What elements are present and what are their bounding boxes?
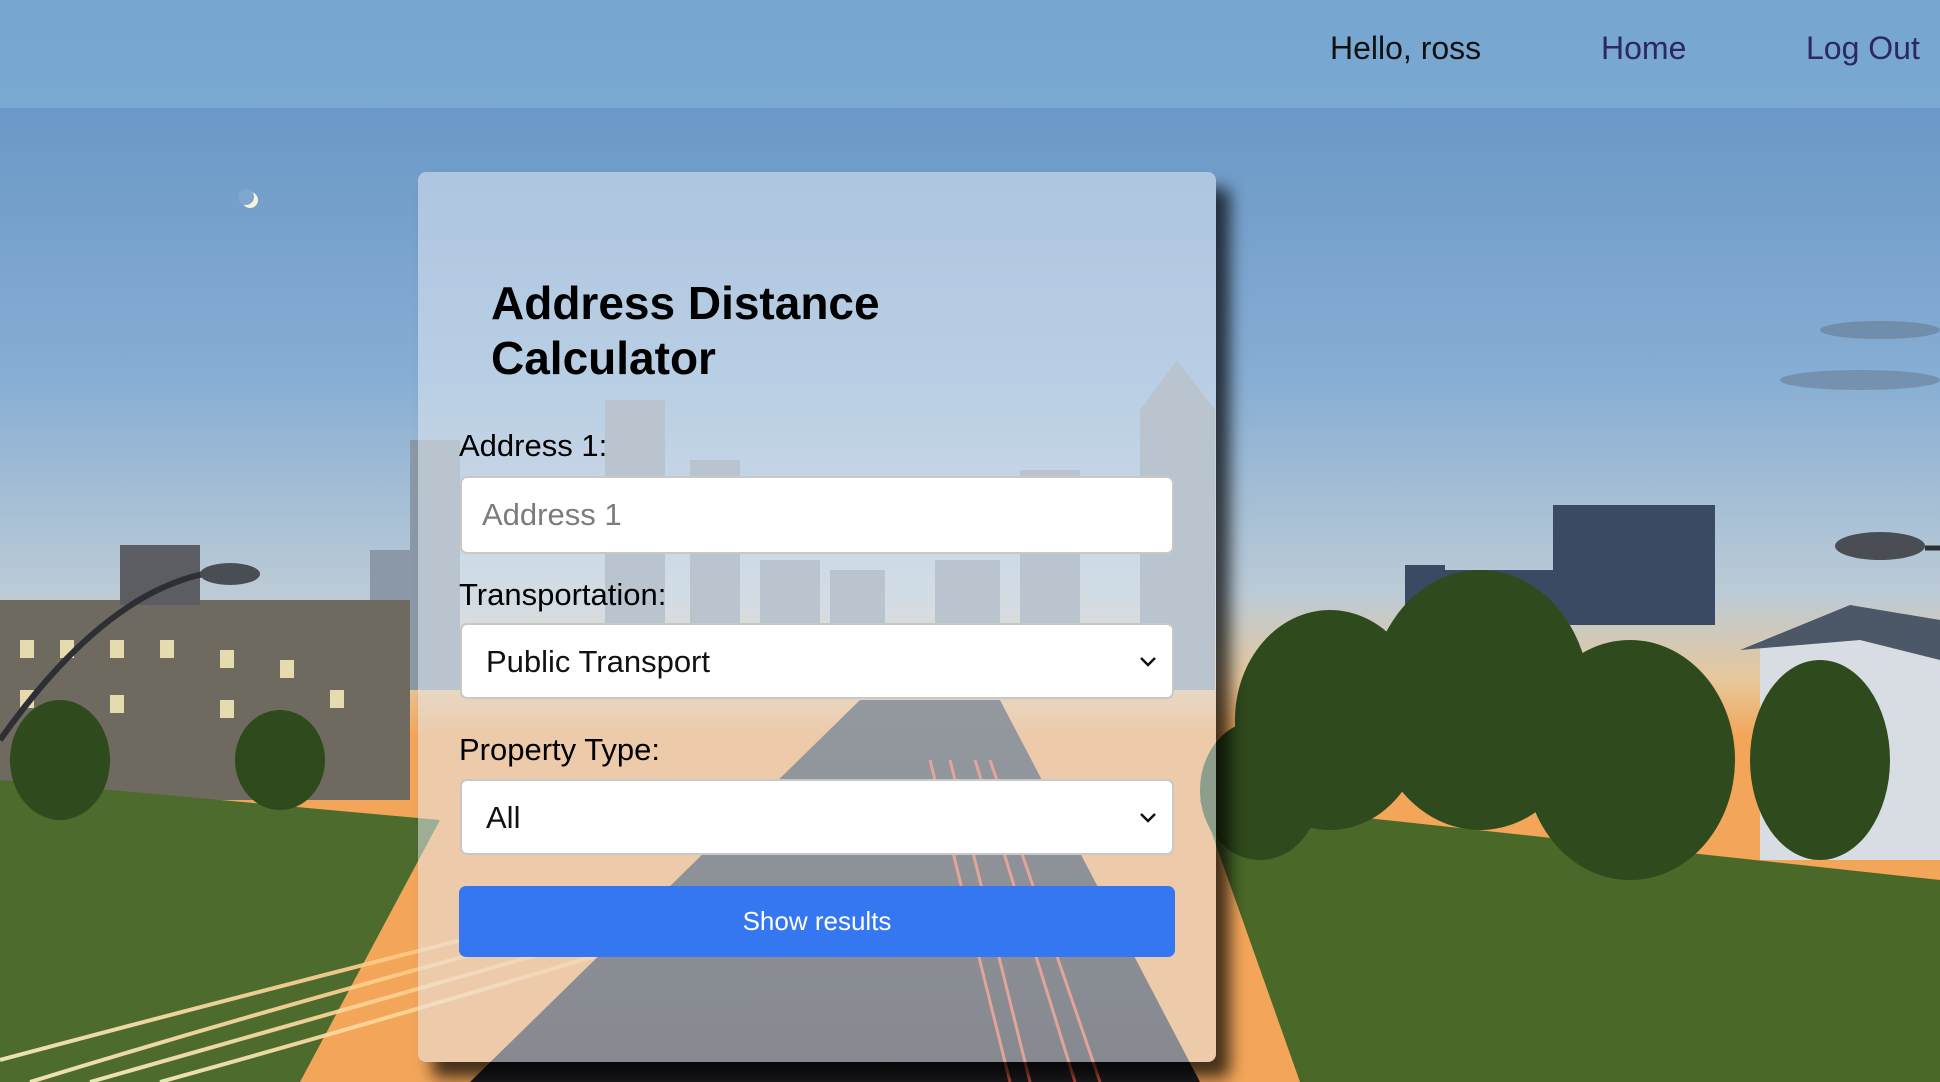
property-type-select[interactable]: All	[460, 779, 1174, 855]
property-type-label: Property Type:	[459, 732, 661, 767]
home-link[interactable]: Home	[1601, 30, 1686, 67]
user-greeting: Hello, ross	[1330, 30, 1482, 66]
address-label: Address 1:	[459, 428, 608, 463]
transportation-select[interactable]: Public Transport	[460, 623, 1174, 699]
distance-calculator-card: Address Distance Calculator Address 1: T…	[418, 172, 1216, 1062]
transportation-label: Transportation:	[459, 577, 667, 612]
address-input[interactable]	[460, 476, 1174, 554]
property-type-selected-value: All	[486, 800, 521, 835]
transportation-selected-value: Public Transport	[486, 644, 710, 679]
chevron-down-icon	[1140, 813, 1156, 823]
logout-link[interactable]: Log Out	[1806, 30, 1920, 67]
show-results-button[interactable]: Show results	[459, 886, 1175, 957]
page-title: Address Distance Calculator	[491, 277, 880, 384]
top-navigation-bar: Hello, ross Home Log Out	[0, 0, 1940, 108]
chevron-down-icon	[1140, 657, 1156, 667]
